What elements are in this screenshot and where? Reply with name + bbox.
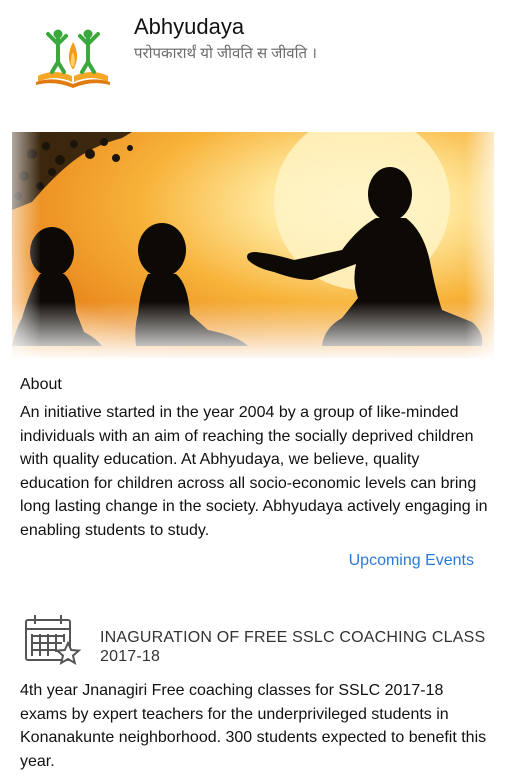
about-heading: About	[20, 376, 62, 393]
calendar-star-icon	[25, 615, 82, 666]
abhyudaya-logo-icon[interactable]	[34, 22, 112, 92]
hero-illustration	[12, 132, 494, 358]
upcoming-events-link[interactable]: Upcoming Events	[349, 552, 474, 570]
about-description: An initiative started in the year 2004 b…	[20, 404, 488, 539]
event-description: 4th year Jnanagiri Free coaching classes…	[20, 682, 487, 770]
teacher-students-silhouette-image	[12, 132, 494, 358]
app-title: Abhyudaya	[134, 14, 245, 39]
app-header: Abhyudaya परोपकारार्थं यो जीवति स जीवति …	[0, 0, 510, 110]
app-tagline: परोपकारार्थं यो जीवति स जीवति ।	[134, 45, 317, 62]
event-title[interactable]: INAGURATION OF FREE SSLC COACHING CLASS …	[100, 628, 490, 666]
